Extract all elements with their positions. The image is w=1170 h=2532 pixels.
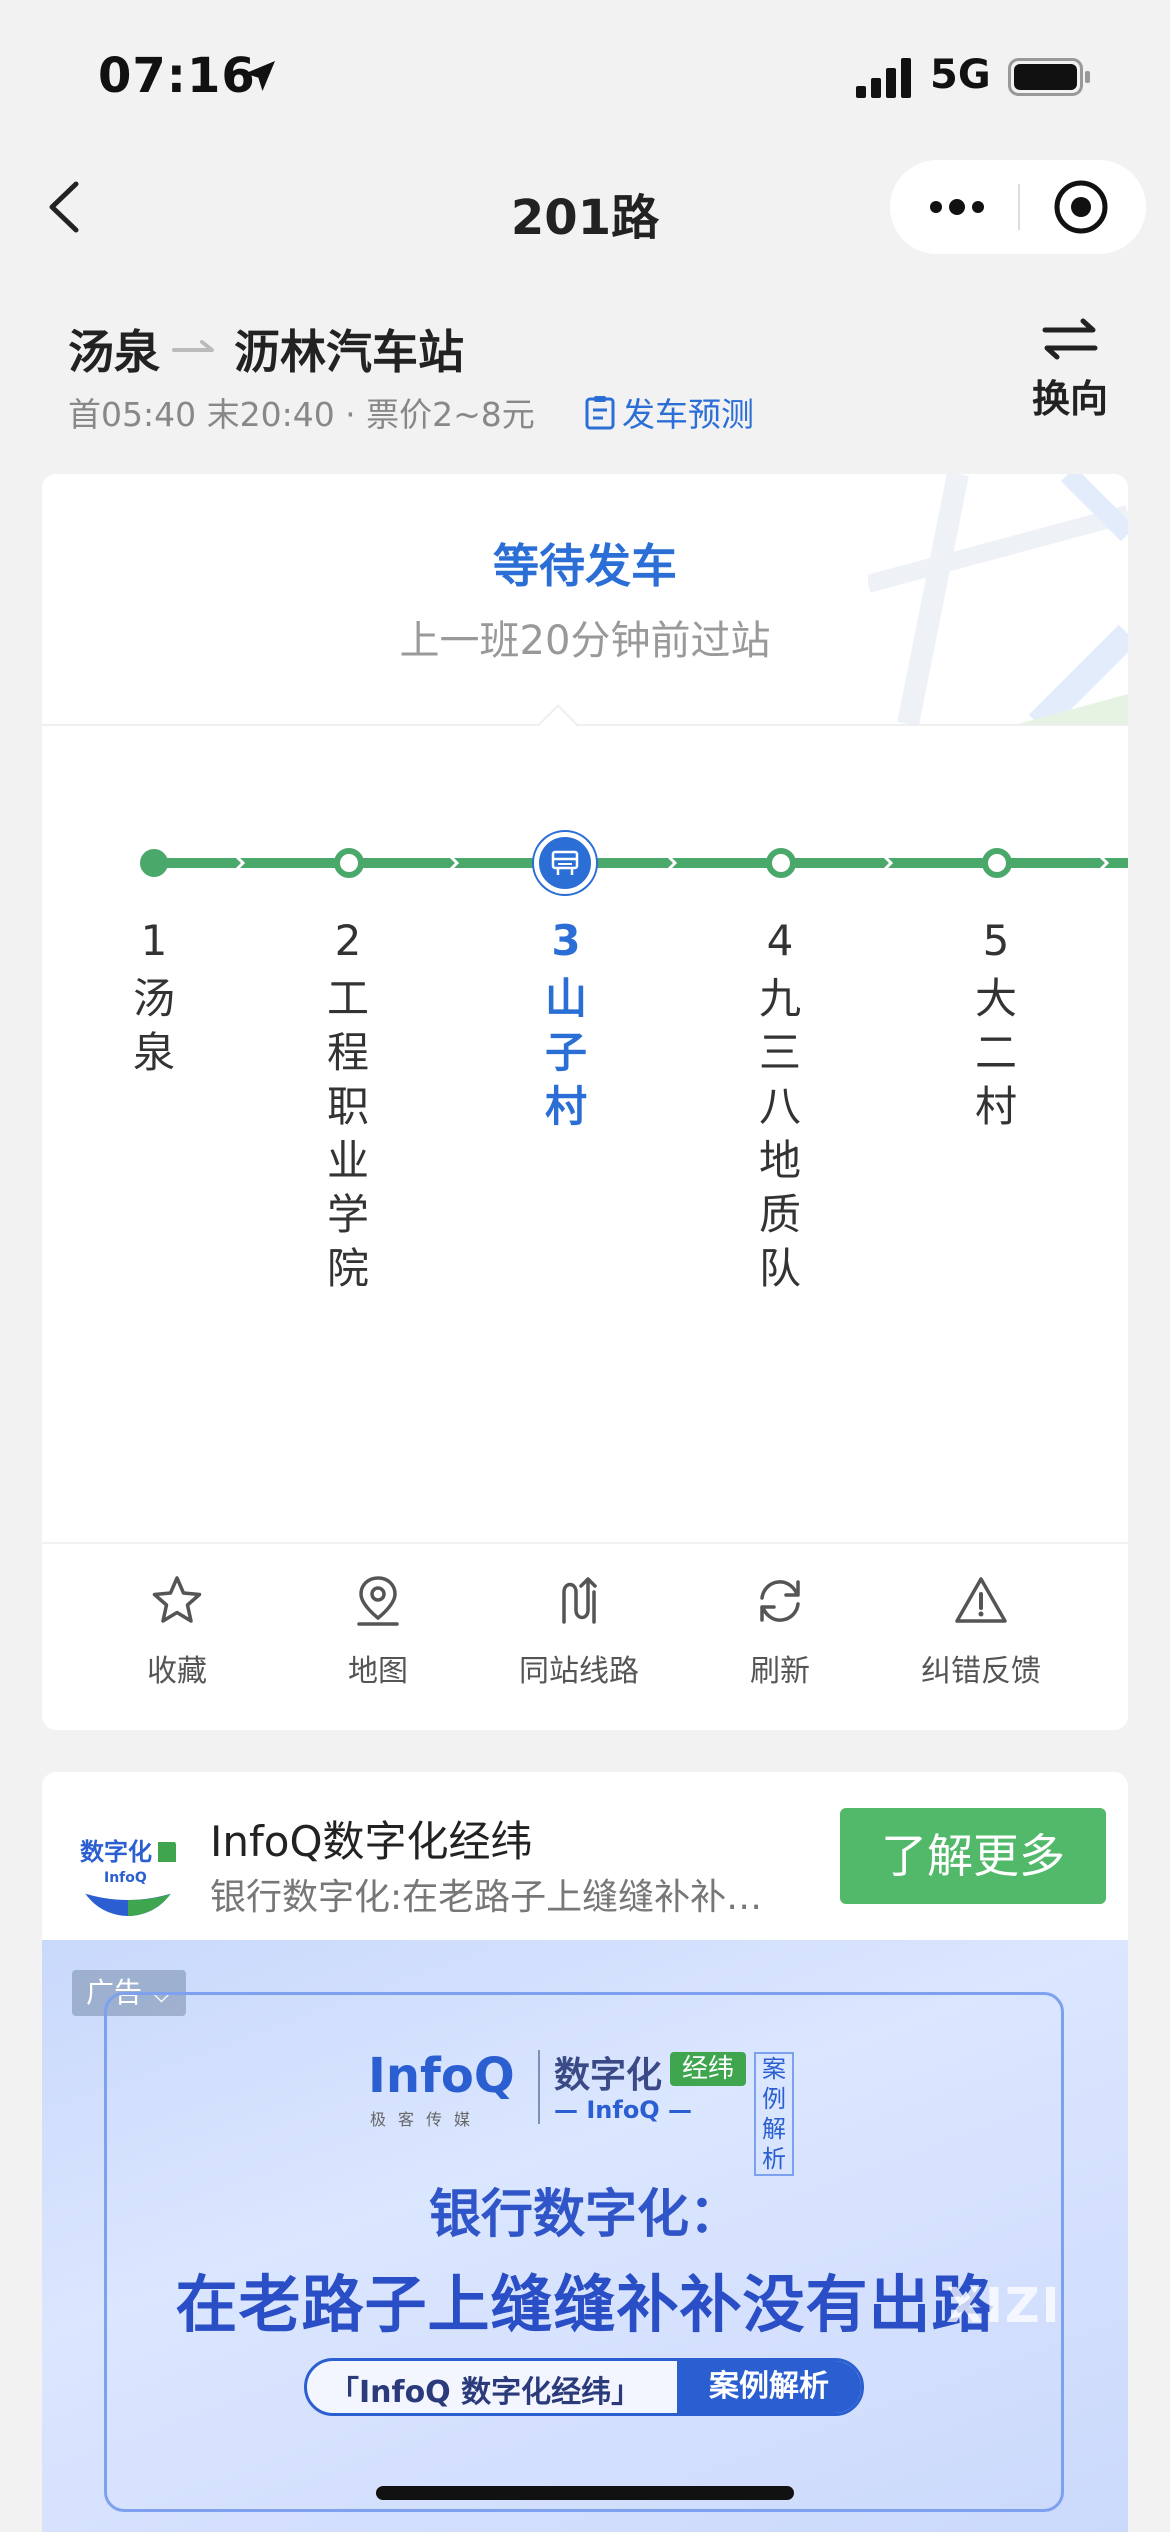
infoq-logo-icon: 数字化 InfoQ (80, 1838, 176, 1916)
stop-number: 4 (766, 916, 794, 965)
route-icon (562, 1577, 597, 1624)
ad-title: InfoQ数字化经纬 (210, 1817, 533, 1866)
bus-line-card: 等待发车 上一班20分钟前过站 1 汤 泉 2 工 程 职 业 学 院 3 山 … (42, 474, 1128, 1730)
stop-item[interactable]: 2 工程职业学院 (318, 914, 378, 1296)
direction-chevron-icon (234, 854, 246, 872)
banner-pill: 「InfoQ 数字化经纬」 案例解析 (304, 2358, 864, 2416)
reverse-direction-button[interactable]: 换向 (1020, 318, 1120, 423)
refresh-button[interactable]: 刷新 (680, 1572, 880, 1690)
stop-name: 工程职业学院 (326, 974, 369, 1293)
refresh-label: 刷新 (750, 1654, 810, 1689)
stop-node[interactable] (766, 848, 796, 878)
route-schedule-fare: 首05:40 末20:40 · 票价2~8元 (68, 395, 535, 434)
departure-forecast-link[interactable]: 发车预测 (584, 388, 754, 436)
banner-pill-left: 「InfoQ 数字化经纬」 (329, 2375, 642, 2410)
svg-text:InfoQ: InfoQ (104, 1870, 147, 1886)
battery-icon (1008, 58, 1090, 96)
stop-name: 九三八地质队 (758, 974, 801, 1293)
banner-divider (538, 2050, 540, 2124)
stop-node[interactable] (334, 848, 364, 878)
actions-divider (42, 1542, 1128, 1544)
watermark: XIZI (946, 2278, 1062, 2334)
home-indicator[interactable] (376, 2486, 794, 2500)
status-time: 07:16 (98, 48, 256, 104)
bus-stop-icon (551, 850, 579, 875)
banner-case-tag: 案例解析 (754, 2052, 794, 2176)
svg-text:数字化: 数字化 (80, 1838, 152, 1866)
banner-pill-right: 案例解析 (677, 2361, 861, 2413)
map-background-decoration (868, 474, 1128, 724)
feedback-button[interactable]: 纠错反馈 (881, 1572, 1081, 1690)
more-icon[interactable] (928, 193, 986, 221)
banner-product: 数字化 (554, 2055, 663, 2096)
stop-number: 3 (551, 916, 581, 965)
direction-chevron-icon (1098, 854, 1110, 872)
network-type: 5G (930, 52, 991, 98)
last-bus-info: 上一班20分钟前过站 (399, 618, 771, 664)
same-stop-lines-button[interactable]: 同站线路 (479, 1572, 679, 1690)
route-direction-arrow-icon (172, 340, 214, 352)
capsule-divider (1018, 184, 1020, 230)
feedback-label: 纠错反馈 (921, 1654, 1041, 1689)
stop-number: 5 (982, 916, 1010, 965)
bus-line-page: 07:16 5G 201路 汤泉 沥林汽车站 首05:40 末20:40 · 票… (0, 0, 1170, 2532)
direction-chevron-icon (882, 854, 894, 872)
banner-headline: 银行数字化： (428, 2185, 741, 2245)
ad-logo: 数字化 InfoQ (76, 1812, 180, 1916)
stop-number: 2 (334, 916, 362, 965)
same-stop-lines-label: 同站线路 (519, 1654, 639, 1689)
stop-node[interactable] (982, 848, 1012, 878)
stop-item[interactable]: 5 大二村 (966, 914, 1026, 1134)
current-stop-node[interactable] (534, 832, 596, 894)
ad-description: 银行数字化:在老路子上缝缝补补没有出路 (210, 1877, 770, 1918)
ad-banner[interactable]: 广告 ⌵ InfoQ 极客传媒 数字化 经纬 — InfoQ — 案例解析 银行… (42, 1940, 1128, 2532)
stop-item[interactable]: 1 汤泉 (124, 914, 184, 1080)
departure-forecast-label: 发车预测 (622, 395, 754, 434)
banner-brand-sub: 极客传媒 (370, 2110, 483, 2129)
swap-icon (1042, 318, 1098, 360)
map-button[interactable]: 地图 (278, 1572, 478, 1690)
stop-name: 大二村 (974, 974, 1017, 1131)
bus-status: 等待发车 (493, 539, 677, 593)
direction-chevron-icon (448, 854, 460, 872)
banner-brand: InfoQ (368, 2048, 515, 2104)
stop-number: 1 (140, 916, 168, 965)
route-origin: 汤泉 (68, 325, 160, 379)
miniprogram-capsule (890, 160, 1146, 254)
location-arrow-icon (245, 61, 275, 91)
banner-product-sub: — InfoQ — (554, 2096, 693, 2124)
status-bar: 07:16 5G (0, 0, 1170, 140)
stop-name: 汤泉 (132, 974, 175, 1077)
pointer-notch (538, 704, 578, 744)
current-stop-item[interactable]: 3 山子村 (536, 914, 596, 1134)
favorite-label: 收藏 (147, 1654, 207, 1689)
route-destination: 沥林汽车站 (234, 325, 464, 379)
warning-icon (955, 1577, 1007, 1623)
map-pin-icon (357, 1576, 399, 1626)
learn-more-button[interactable]: 了解更多 (840, 1808, 1106, 1904)
close-miniprogram-icon[interactable] (1052, 178, 1110, 236)
favorite-button[interactable]: 收藏 (77, 1572, 277, 1690)
direction-chevron-icon (666, 854, 678, 872)
refresh-icon (760, 1580, 800, 1622)
stop-name: 山子村 (544, 974, 587, 1131)
ad-card[interactable]: 数字化 InfoQ InfoQ数字化经纬 银行数字化:在老路子上缝缝补补没有出路… (42, 1772, 1128, 2532)
clipboard-icon (585, 396, 615, 430)
card-divider (42, 724, 1128, 726)
map-label: 地图 (348, 1654, 408, 1689)
signal-icon (856, 58, 911, 98)
route-line (42, 832, 1128, 894)
reverse-direction-label: 换向 (1031, 377, 1108, 421)
banner-product-tag: 经纬 (670, 2052, 746, 2086)
star-icon (152, 1576, 202, 1623)
stop-node[interactable] (140, 849, 168, 877)
stop-item[interactable]: 4 九三八地质队 (750, 914, 810, 1296)
